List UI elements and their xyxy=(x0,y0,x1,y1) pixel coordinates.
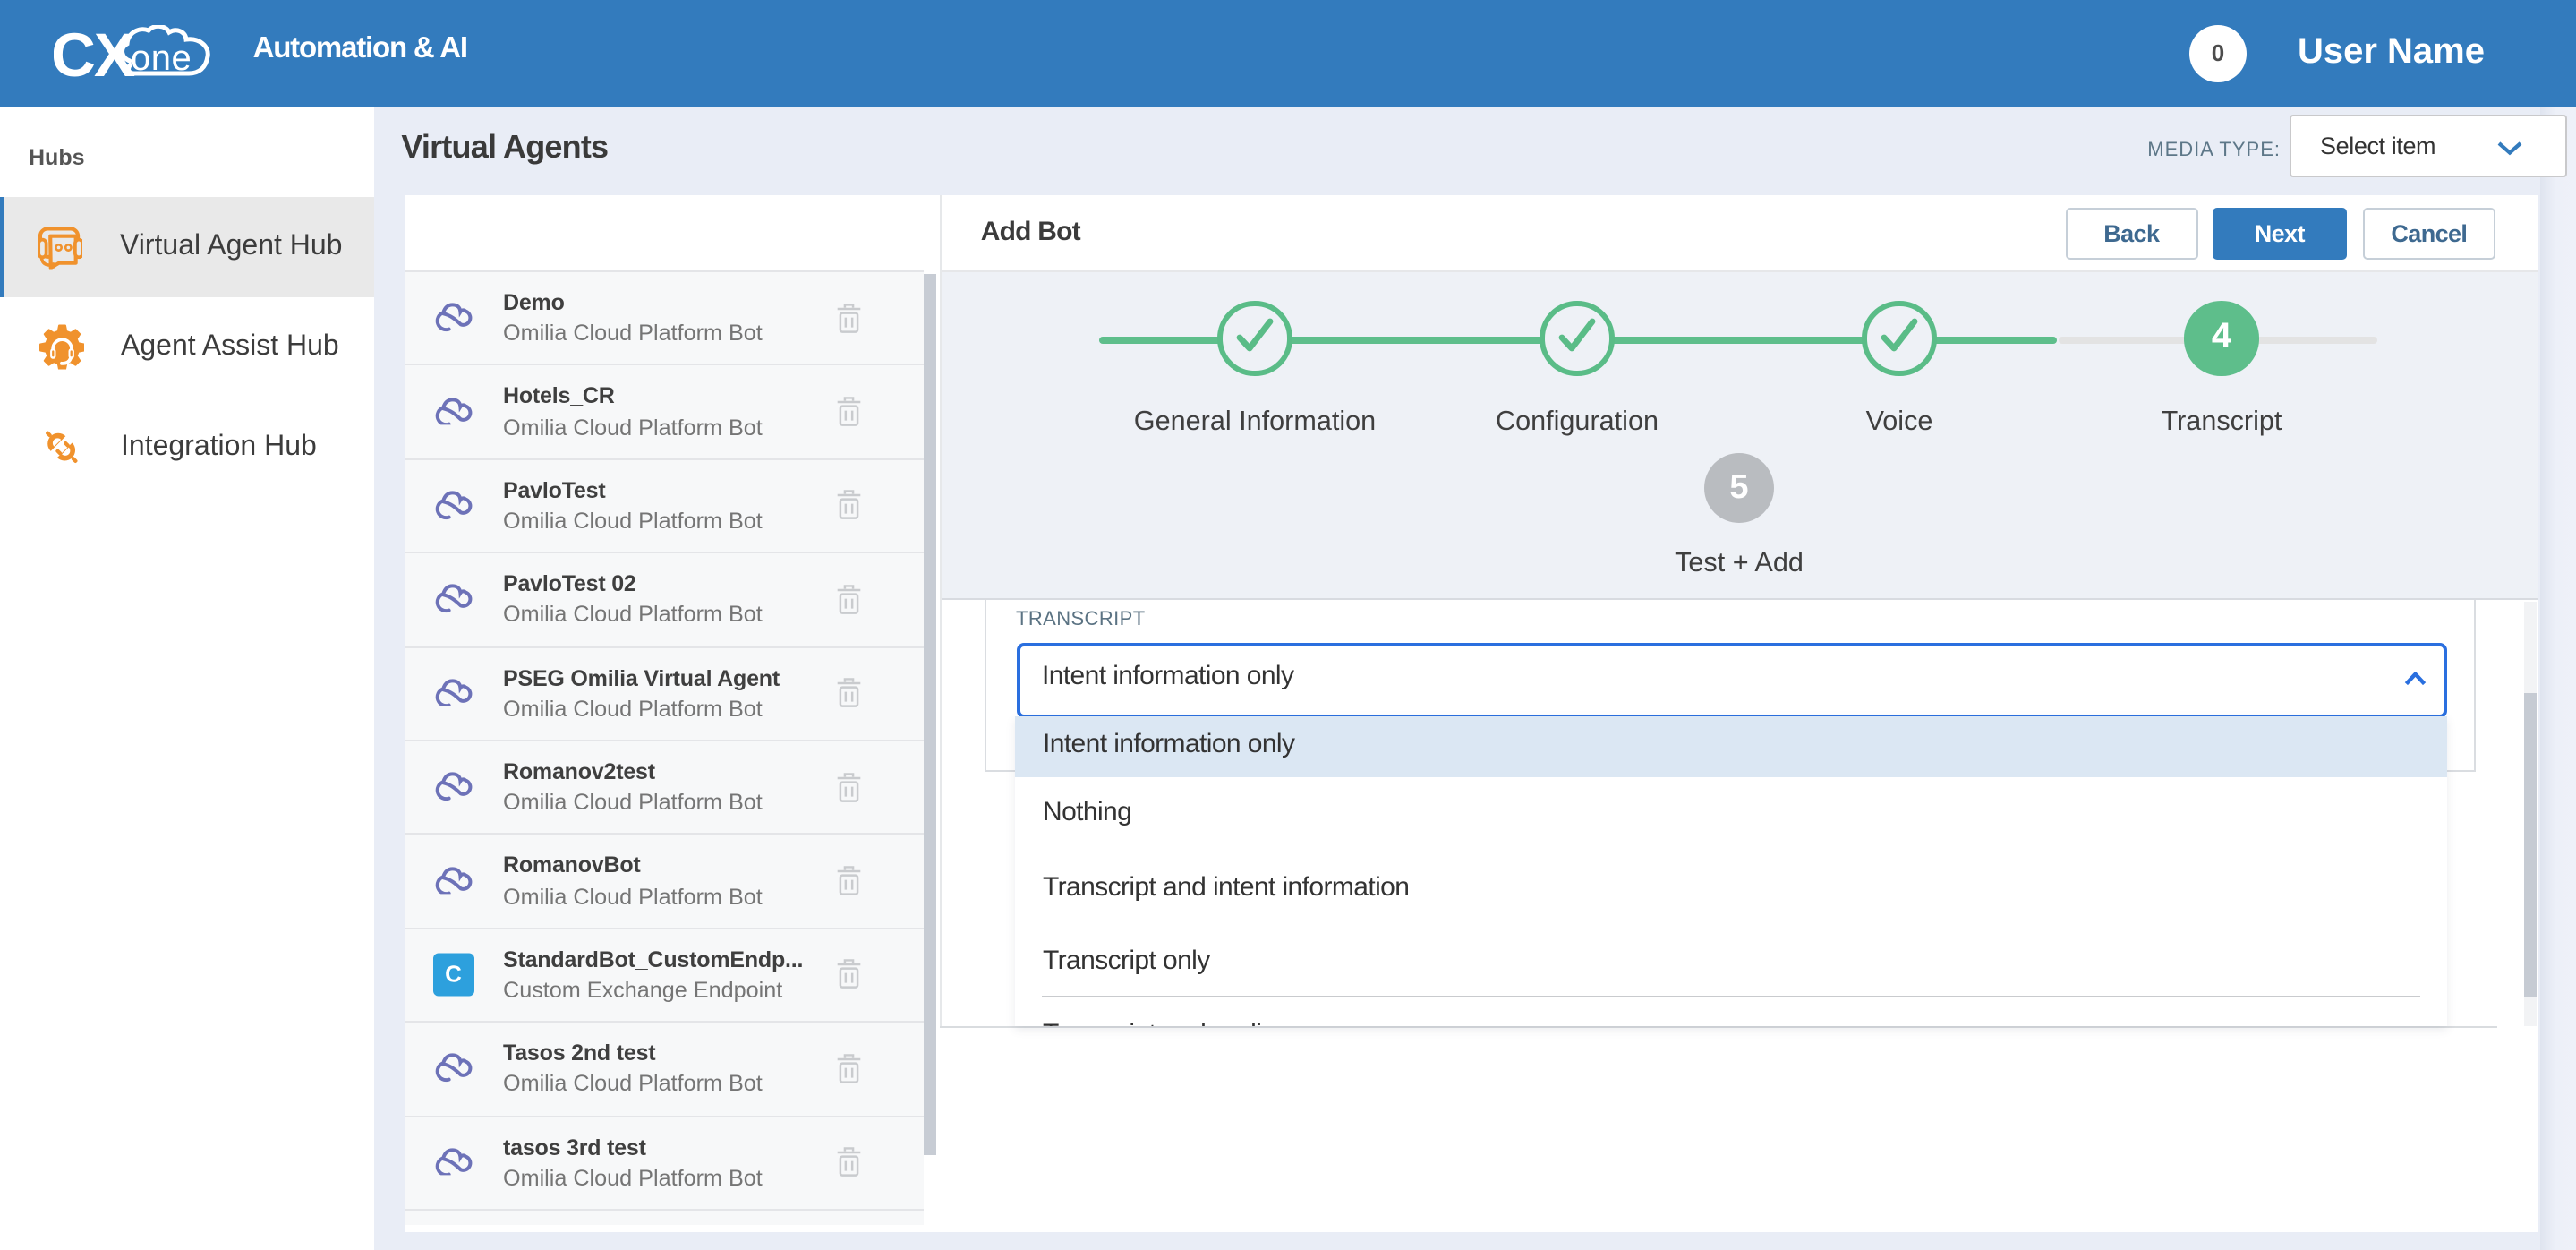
svg-text:one: one xyxy=(131,38,192,77)
